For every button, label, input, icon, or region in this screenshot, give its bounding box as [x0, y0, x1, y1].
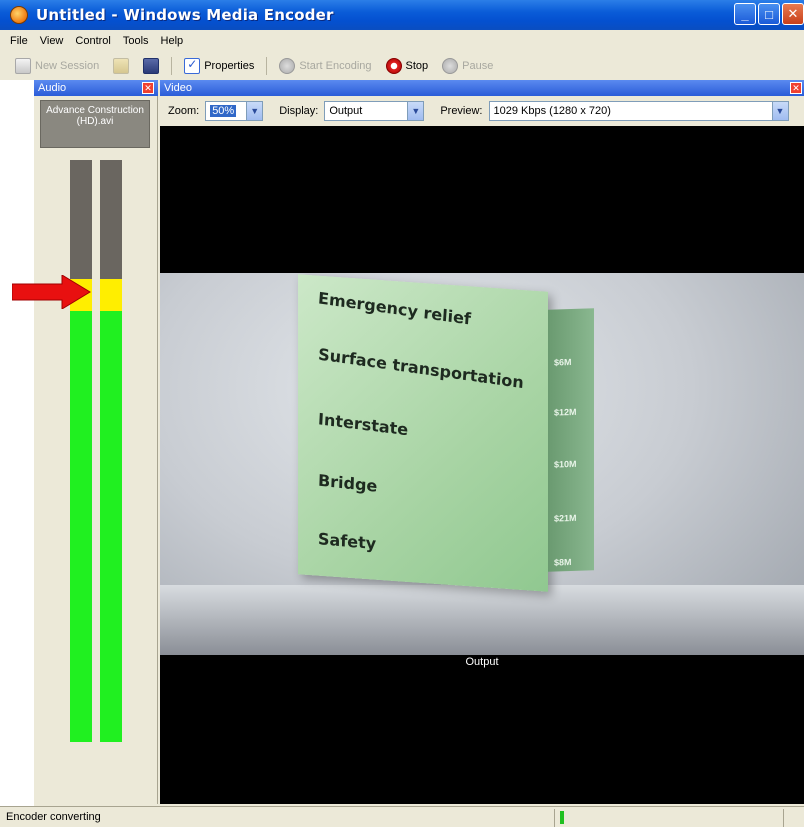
minimize-button[interactable]: _	[734, 3, 756, 25]
audio-source-name: Advance Construction (HD).avi	[40, 100, 150, 148]
card-item-label: Emergency relief	[317, 288, 472, 329]
close-button[interactable]: ✕	[782, 3, 804, 25]
zoom-value: 50%	[210, 105, 237, 117]
zoom-select[interactable]: 50% ▼	[205, 101, 264, 121]
start-encoding-label: Start Encoding	[299, 60, 372, 72]
funding-card-values: $6M $12M $10M $21M $8M	[548, 308, 594, 572]
card-item-value: $10M	[554, 458, 577, 470]
menu-view[interactable]: View	[34, 35, 70, 47]
toolbar: New Session Properties Start Encoding St…	[0, 52, 804, 80]
save-icon	[143, 58, 160, 74]
menu-file[interactable]: File	[4, 35, 34, 47]
video-close-icon[interactable]: ✕	[790, 82, 802, 94]
pause-label: Pause	[462, 60, 494, 72]
card-item-label: Surface transportation	[317, 344, 525, 393]
funding-card: Emergency relief Surface transportation …	[298, 274, 548, 592]
display-select[interactable]: Output ▼	[324, 101, 425, 121]
start-encoding-icon	[279, 58, 296, 74]
card-item-label: Interstate	[317, 409, 409, 440]
audio-meter-left	[70, 160, 92, 742]
status-bar: Encoder converting	[0, 806, 804, 827]
left-margin	[0, 80, 34, 806]
start-encoding-button[interactable]: Start Encoding	[274, 55, 376, 77]
preview-select[interactable]: 1029 Kbps (1280 x 720) ▼	[488, 101, 789, 121]
audio-panel: Advance Construction (HD).avi	[34, 96, 158, 804]
status-divider	[554, 809, 555, 827]
video-panel-header: Video ✕	[160, 80, 804, 96]
zoom-label: Zoom:	[168, 105, 200, 117]
app-icon	[10, 6, 28, 24]
video-frame: Emergency relief Surface transportation …	[160, 273, 804, 655]
meter-right-level	[100, 311, 122, 742]
red-arrow-icon	[12, 275, 91, 309]
video-floor	[160, 585, 804, 655]
chevron-down-icon: ▼	[407, 102, 424, 120]
card-item-label: Bridge	[317, 470, 378, 496]
status-divider	[783, 809, 784, 827]
meter-right-peak	[100, 279, 122, 311]
new-session-button[interactable]: New Session	[10, 55, 104, 77]
maximize-button[interactable]: □	[758, 3, 780, 25]
toolbar-divider	[266, 57, 268, 75]
preview-label: Preview:	[440, 105, 483, 117]
title-bar: Untitled - Windows Media Encoder _ □ ✕	[0, 0, 804, 30]
properties-button[interactable]: Properties	[179, 55, 259, 77]
preview-value: 1029 Kbps (1280 x 720)	[493, 105, 611, 117]
new-session-label: New Session	[35, 60, 100, 72]
open-icon	[113, 58, 130, 74]
audio-meter-right	[100, 160, 122, 742]
menu-control[interactable]: Control	[69, 35, 116, 47]
window-title: Untitled - Windows Media Encoder	[36, 6, 334, 24]
output-caption: Output	[465, 656, 499, 668]
card-item-value: $12M	[554, 406, 577, 418]
card-item-value: $21M	[554, 512, 577, 524]
audio-close-icon[interactable]: ✕	[142, 82, 154, 94]
toolbar-divider	[171, 57, 173, 75]
card-item-value: $6M	[554, 356, 572, 368]
stop-label: Stop	[405, 60, 429, 72]
menu-tools[interactable]: Tools	[117, 35, 155, 47]
menu-help[interactable]: Help	[155, 35, 190, 47]
meter-left-level	[70, 311, 92, 742]
card-item-value: $8M	[554, 556, 572, 568]
video-controls: Zoom: 50% ▼ Display: Output ▼ Preview: 1…	[160, 96, 804, 126]
save-button[interactable]	[138, 55, 164, 77]
card-item-label: Safety	[317, 529, 377, 554]
stop-icon	[385, 58, 402, 74]
pause-button[interactable]: Pause	[437, 55, 498, 77]
chevron-down-icon: ▼	[246, 102, 263, 120]
properties-icon	[184, 57, 201, 74]
properties-label: Properties	[204, 60, 255, 72]
chevron-down-icon: ▼	[771, 102, 788, 120]
stop-button[interactable]: Stop	[381, 55, 434, 77]
status-progress	[560, 811, 564, 824]
display-label: Display:	[279, 105, 319, 117]
pause-icon	[442, 58, 459, 74]
display-value: Output	[329, 105, 363, 117]
new-session-icon	[15, 58, 31, 74]
status-text: Encoder converting	[6, 811, 101, 823]
audio-panel-header: Audio ✕	[34, 80, 158, 96]
video-output-area: Emergency relief Surface transportation …	[160, 126, 804, 804]
audio-header-label: Audio	[38, 82, 67, 94]
video-header-label: Video	[164, 82, 192, 94]
open-button[interactable]	[108, 55, 134, 77]
menu-bar: File View Control Tools Help	[0, 30, 804, 52]
